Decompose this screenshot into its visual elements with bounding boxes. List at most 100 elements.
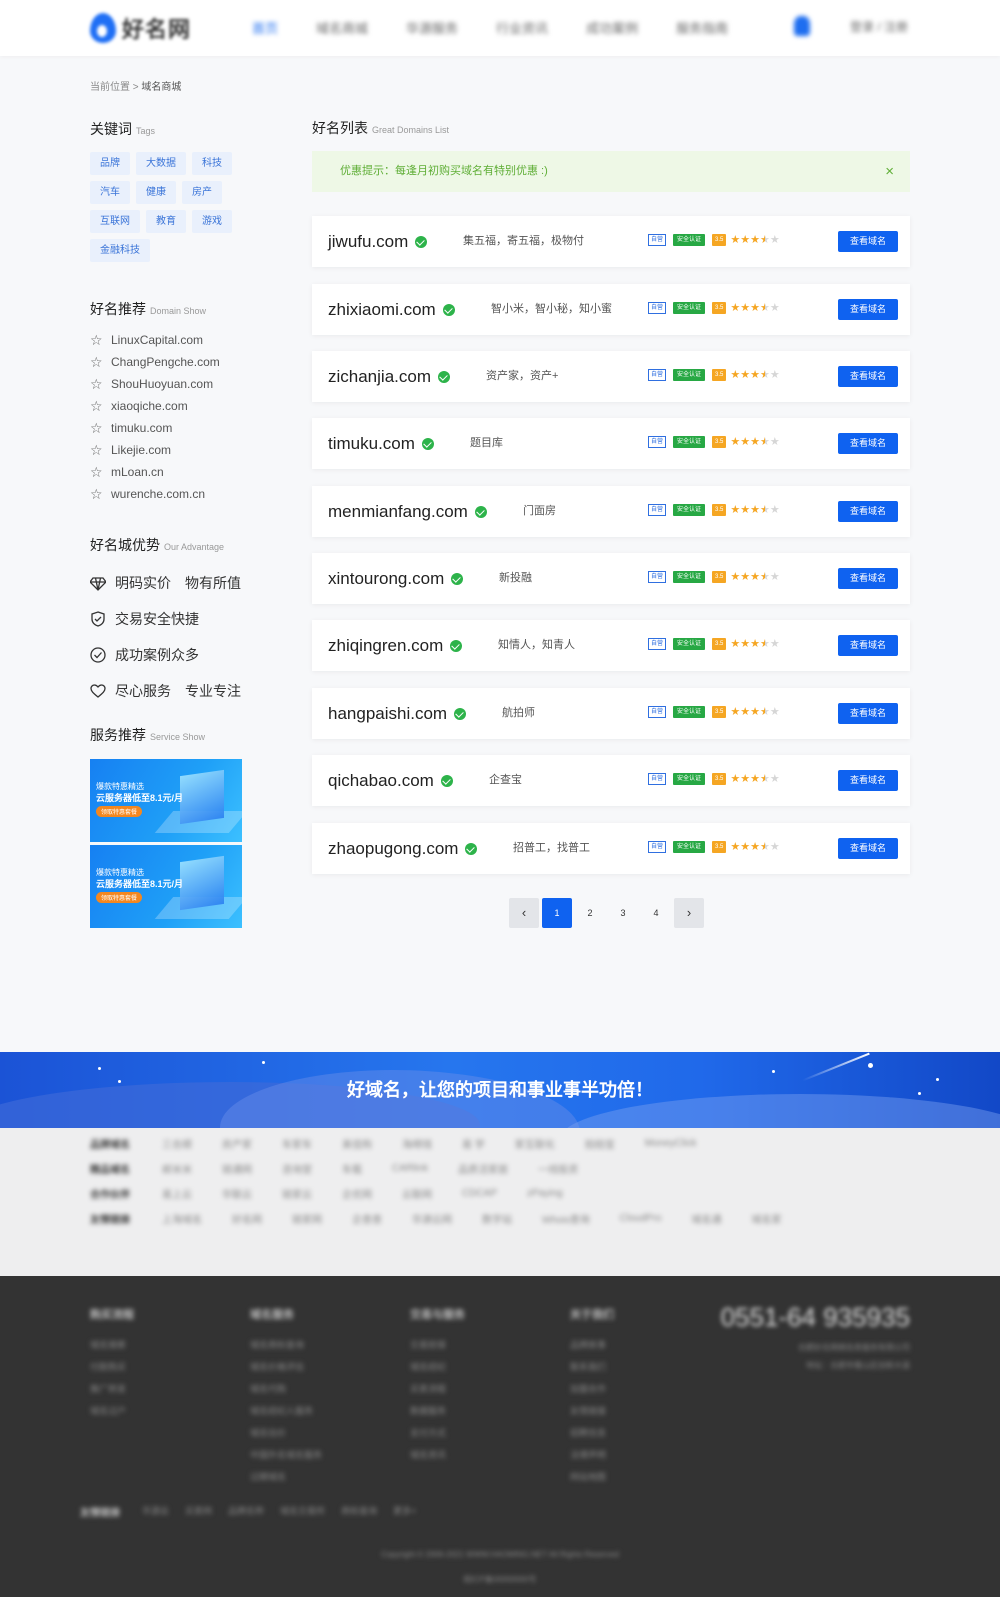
notification-icon[interactable] bbox=[793, 16, 810, 36]
page-button[interactable]: 3 bbox=[608, 898, 638, 928]
footer-column-link[interactable]: 域名经纪 bbox=[410, 1360, 465, 1373]
footer-column-link[interactable]: 域名搜索 bbox=[90, 1338, 134, 1351]
footer-column-link[interactable]: 域名经纪人服务 bbox=[250, 1404, 322, 1417]
tag-item[interactable]: 教育 bbox=[146, 210, 186, 233]
footer-column-link[interactable]: 品牌故事 bbox=[570, 1338, 614, 1351]
footer-column-link[interactable]: 招聘信息 bbox=[570, 1426, 614, 1439]
footer-column-link[interactable]: 支付方式 bbox=[410, 1426, 465, 1439]
footer-link[interactable]: 云联网 bbox=[402, 1186, 432, 1201]
view-domain-button[interactable]: 查看域名 bbox=[838, 838, 898, 859]
recommended-domain[interactable]: ☆ xiaoqiche.com bbox=[90, 395, 220, 417]
domain-name[interactable]: menmianfang.com bbox=[328, 486, 487, 537]
cloud-server-banner[interactable]: 爆款特惠精选 云服务器低至8.1元/月 领取特惠套餐 bbox=[90, 759, 242, 842]
footer-link[interactable]: 咨询堂 bbox=[282, 1161, 312, 1176]
footer-column-link[interactable]: 域名代购 bbox=[250, 1382, 322, 1395]
tag-item[interactable]: 品牌 bbox=[90, 152, 130, 175]
footer-column-link[interactable]: 交易担保 bbox=[410, 1338, 465, 1351]
footer-bottom-link[interactable]: 域名交易所 bbox=[280, 1504, 325, 1519]
footer-link[interactable]: 拍拍宝 bbox=[585, 1136, 615, 1151]
footer-link[interactable]: 邮米米 bbox=[162, 1161, 192, 1176]
nav-item-domains[interactable]: 域名商城 bbox=[316, 18, 368, 37]
footer-column-link[interactable]: 网站地图 bbox=[570, 1470, 614, 1483]
domain-name[interactable]: zhiqingren.com bbox=[328, 620, 463, 671]
nav-item-news[interactable]: 行业资讯 bbox=[496, 18, 548, 37]
page-button[interactable]: 2 bbox=[575, 898, 605, 928]
view-domain-button[interactable]: 查看域名 bbox=[838, 635, 898, 656]
tag-item[interactable]: 金融科技 bbox=[90, 239, 150, 262]
footer-link[interactable]: CARlink bbox=[392, 1163, 428, 1174]
domain-name[interactable]: zhaopugong.com bbox=[328, 823, 478, 874]
footer-link[interactable]: 三合顺 bbox=[162, 1136, 192, 1151]
banner-cta[interactable]: 领取特惠套餐 bbox=[96, 892, 143, 903]
view-domain-button[interactable]: 查看域名 bbox=[838, 703, 898, 724]
footer-column-link[interactable]: 联系我们 bbox=[570, 1360, 614, 1373]
footer-link[interactable]: 易上云 bbox=[162, 1186, 192, 1201]
nav-item-cases[interactable]: 成功案例 bbox=[586, 18, 638, 37]
footer-column-link[interactable]: 域名商标查询 bbox=[250, 1338, 322, 1351]
footer-link[interactable]: 链通网 bbox=[222, 1161, 252, 1176]
footer-link[interactable]: 企查查 bbox=[352, 1211, 382, 1226]
footer-link[interactable]: 上海域名 bbox=[162, 1211, 202, 1226]
footer-column-link[interactable]: 数据服务 bbox=[410, 1404, 465, 1417]
recommended-domain[interactable]: ☆ timuku.com bbox=[90, 417, 220, 439]
recommended-domain[interactable]: ☆ ChangPengche.com bbox=[90, 351, 220, 373]
footer-bottom-link[interactable]: 华源云 bbox=[142, 1504, 169, 1519]
footer-link[interactable]: 数字站 bbox=[482, 1211, 512, 1226]
view-domain-button[interactable]: 查看域名 bbox=[838, 568, 898, 589]
page-button-current[interactable]: 1 bbox=[542, 898, 572, 928]
footer-link[interactable]: zPaying bbox=[527, 1188, 563, 1199]
site-logo[interactable]: 好名网 bbox=[90, 12, 191, 44]
domain-name[interactable]: qichabao.com bbox=[328, 755, 453, 806]
tag-item[interactable]: 游戏 bbox=[192, 210, 232, 233]
footer-column-link[interactable]: 域名价格评估 bbox=[250, 1360, 322, 1373]
page-button[interactable]: 4 bbox=[641, 898, 671, 928]
footer-link[interactable]: 链家云 bbox=[282, 1186, 312, 1201]
footer-link[interactable]: 车载 bbox=[342, 1161, 362, 1176]
footer-column-link[interactable]: 推广转发 bbox=[90, 1382, 134, 1395]
login-register-link[interactable]: 登录 / 注册 bbox=[850, 18, 908, 35]
footer-column-link[interactable]: 域名估价 bbox=[250, 1426, 322, 1439]
footer-column-link[interactable]: 付款购买 bbox=[90, 1360, 134, 1373]
footer-link[interactable]: 车家车 bbox=[282, 1136, 312, 1151]
footer-link[interactable]: 易 学 bbox=[462, 1136, 485, 1151]
nav-item-services[interactable]: 华源服务 bbox=[406, 18, 458, 37]
tag-item[interactable]: 房产 bbox=[182, 181, 222, 204]
close-icon[interactable]: × bbox=[885, 151, 894, 192]
footer-link[interactable]: CloudPro bbox=[620, 1213, 662, 1224]
view-domain-button[interactable]: 查看域名 bbox=[838, 299, 898, 320]
footer-link[interactable]: 好名网 bbox=[232, 1211, 262, 1226]
domain-name[interactable]: xintourong.com bbox=[328, 553, 464, 604]
footer-link[interactable]: 链家网 bbox=[292, 1211, 322, 1226]
footer-column-link[interactable]: 加盟合作 bbox=[570, 1382, 614, 1395]
footer-bottom-link[interactable]: 买卖网 bbox=[185, 1504, 212, 1519]
recommended-domain[interactable]: ☆ mLoan.cn bbox=[90, 461, 220, 483]
recommended-domain[interactable]: ☆ LinuxCapital.com bbox=[90, 329, 220, 351]
view-domain-button[interactable]: 查看域名 bbox=[838, 433, 898, 454]
footer-column-link[interactable]: 过期域名 bbox=[250, 1470, 322, 1483]
domain-name[interactable]: jiwufu.com bbox=[328, 216, 428, 267]
footer-link[interactable]: MoneyClick bbox=[645, 1138, 697, 1149]
tag-item[interactable]: 大数据 bbox=[136, 152, 186, 175]
recommended-domain[interactable]: ☆ ShouHuoyuan.com bbox=[90, 373, 220, 395]
domain-name[interactable]: zichanjia.com bbox=[328, 351, 450, 402]
footer-bottom-link[interactable]: 品牌名称 bbox=[228, 1504, 264, 1519]
banner-cta[interactable]: 领取特惠套餐 bbox=[96, 806, 143, 817]
footer-link[interactable]: 房产家 bbox=[222, 1136, 252, 1151]
footer-link[interactable]: 家互联化 bbox=[515, 1136, 555, 1151]
cloud-server-banner[interactable]: 爆款特惠精选 云服务器低至8.1元/月 领取特惠套餐 bbox=[90, 845, 242, 928]
footer-link[interactable]: 品质活家居 bbox=[458, 1161, 508, 1176]
footer-link[interactable]: 华联云 bbox=[222, 1186, 252, 1201]
domain-name[interactable]: hangpaishi.com bbox=[328, 688, 467, 739]
footer-column-link[interactable]: 友情链接 bbox=[570, 1404, 614, 1417]
footer-link[interactable]: CDCAP bbox=[462, 1188, 497, 1199]
prev-page-button[interactable]: ‹ bbox=[509, 898, 539, 928]
view-domain-button[interactable]: 查看域名 bbox=[838, 231, 898, 252]
domain-name[interactable]: timuku.com bbox=[328, 418, 434, 469]
footer-link[interactable]: 域名家 bbox=[752, 1211, 782, 1226]
recommended-domain[interactable]: ☆ wurenche.com.cn bbox=[90, 483, 220, 505]
footer-column-link[interactable]: 域名过户 bbox=[90, 1404, 134, 1417]
nav-item-home[interactable]: 首页 bbox=[252, 18, 278, 37]
footer-link[interactable]: Whois查询 bbox=[542, 1211, 590, 1226]
breadcrumb-prefix[interactable]: 当前位置 bbox=[90, 82, 130, 93]
next-page-button[interactable]: › bbox=[674, 898, 704, 928]
